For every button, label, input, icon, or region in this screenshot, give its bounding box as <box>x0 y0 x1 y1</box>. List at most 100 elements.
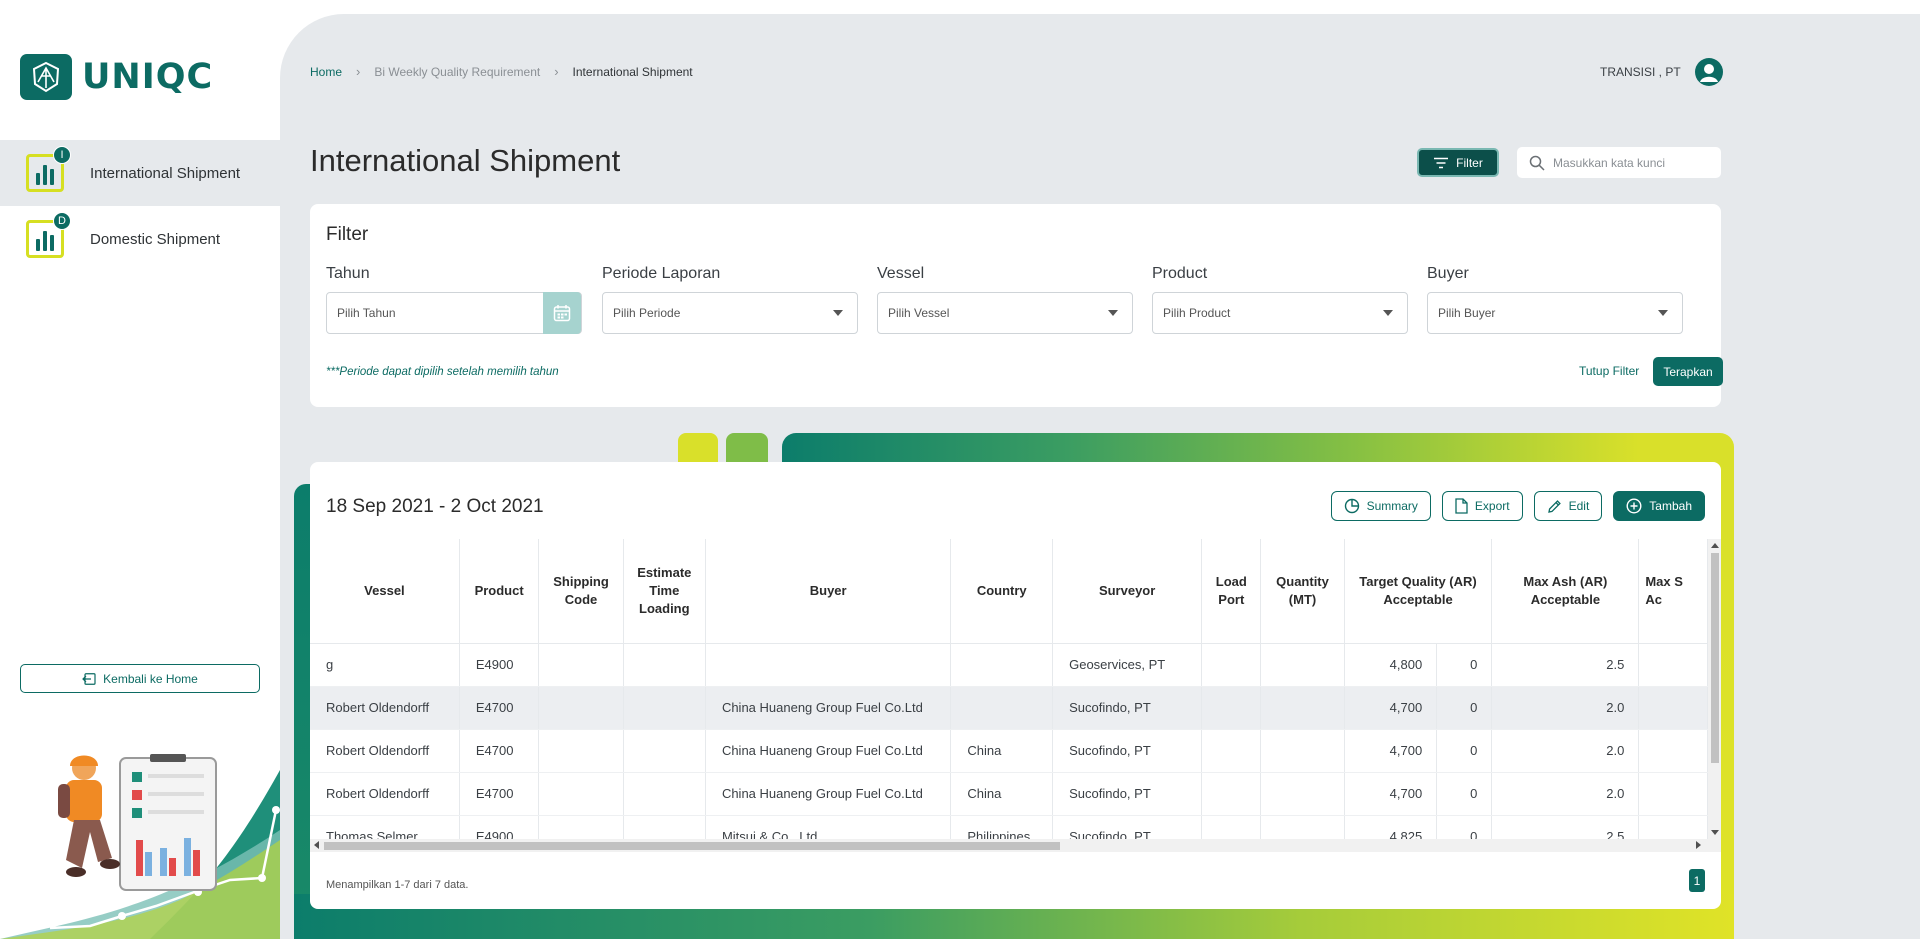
buyer-select[interactable]: Pilih Buyer <box>1427 292 1683 334</box>
main-panel: Home › Bi Weekly Quality Requirement › I… <box>280 14 1920 939</box>
logo-text: UNIQC <box>82 57 214 97</box>
table-cell: 4,700 <box>1344 686 1438 730</box>
close-filter-button[interactable]: Tutup Filter <box>1579 364 1639 378</box>
column-header[interactable]: Estimate Time Loading <box>623 539 706 644</box>
sidebar-item-domestic-shipment[interactable]: D Domestic Shipment <box>0 206 280 272</box>
table-cell <box>623 643 706 687</box>
filter-toggle-button[interactable]: Filter <box>1417 148 1499 177</box>
pagination-page-1[interactable]: 1 <box>1689 869 1705 892</box>
edit-label: Edit <box>1568 499 1590 513</box>
user-menu[interactable]: TRANSISI , PT <box>1600 58 1723 86</box>
scroll-right-icon[interactable] <box>1696 841 1701 849</box>
product-select[interactable]: Pilih Product <box>1152 292 1408 334</box>
field-product: Product Pilih Product <box>1152 265 1408 334</box>
table-cell <box>1260 815 1345 839</box>
user-avatar-icon[interactable] <box>1694 58 1723 86</box>
table-cell: China Huaneng Group Fuel Co.Ltd <box>705 729 952 773</box>
vessel-select[interactable]: Pilih Vessel <box>877 292 1133 334</box>
apply-filter-button[interactable]: Terapkan <box>1653 357 1723 386</box>
field-tahun: Tahun Pilih Tahun <box>326 265 582 334</box>
field-buyer: Buyer Pilih Buyer <box>1427 265 1683 334</box>
add-button[interactable]: Tambah <box>1613 491 1705 521</box>
calendar-icon[interactable] <box>543 292 581 334</box>
periode-select[interactable]: Pilih Periode <box>602 292 858 334</box>
logo-mark-icon <box>20 54 72 100</box>
filter-button-label: Filter <box>1456 155 1483 170</box>
table-cell: E4700 <box>459 686 540 730</box>
scroll-left-icon[interactable] <box>314 841 319 849</box>
column-header[interactable]: Buyer <box>705 539 952 644</box>
table-row[interactable]: Thomas Selmer E4900 Mitsui & Co., Ltd Phili… <box>310 815 1708 839</box>
caret-down-icon <box>1658 310 1668 316</box>
table-cell <box>1201 686 1262 730</box>
table-cell <box>950 686 1054 730</box>
table-scroll-area[interactable]: Vessel Product Shipping Code Estimate Ti… <box>310 539 1708 839</box>
column-header[interactable]: Product <box>459 539 540 644</box>
year-picker[interactable]: Pilih Tahun <box>326 292 582 334</box>
magnifier-icon <box>1529 155 1545 171</box>
table-cell: Sucofindo, PT <box>1052 729 1203 773</box>
table-cell: E4700 <box>459 772 540 816</box>
filter-panel: Filter Tahun Pilih Tahun Periode Laporan… <box>310 204 1723 407</box>
table-cell <box>1260 772 1345 816</box>
table-cell <box>623 815 706 839</box>
table-cell: China <box>950 772 1054 816</box>
breadcrumb-home-link[interactable]: Home <box>310 65 342 79</box>
scroll-thumb[interactable] <box>1711 553 1719 763</box>
table-cell: g <box>310 643 460 687</box>
breadcrumb-bi-weekly-link[interactable]: Bi Weekly Quality Requirement <box>374 65 540 79</box>
nav-badge: I <box>53 146 71 164</box>
table-cell <box>1638 729 1708 773</box>
table-cell <box>1260 643 1345 687</box>
table-row[interactable]: Robert Oldendorff E4700 China Huaneng Grou… <box>310 686 1708 730</box>
column-header[interactable]: Shipping Code <box>538 539 624 644</box>
table-cell: Robert Oldendorff <box>310 772 460 816</box>
horizontal-scrollbar[interactable] <box>310 839 1721 852</box>
chevron-right-icon: › <box>356 64 361 79</box>
search-box <box>1517 147 1721 178</box>
column-header[interactable]: Max Ash (AR) Acceptable <box>1491 539 1640 644</box>
export-button[interactable]: Export <box>1441 491 1523 521</box>
field-label: Vessel <box>877 265 925 282</box>
column-header[interactable]: Surveyor <box>1052 539 1203 644</box>
table-cell <box>623 729 706 773</box>
vertical-scrollbar[interactable] <box>1708 539 1721 839</box>
table-cell: E4700 <box>459 729 540 773</box>
field-periode: Periode Laporan Pilih Periode <box>602 265 858 334</box>
table-cell: Mitsui & Co., Ltd <box>705 815 952 839</box>
table-cell <box>1201 729 1262 773</box>
table-cell <box>1201 643 1262 687</box>
table-cell <box>1201 772 1262 816</box>
table-row[interactable]: g E4900 Geoservices, PT 4,800 0 2.5 <box>310 643 1708 687</box>
table-cell: Sucofindo, PT <box>1052 815 1203 839</box>
sidebar-item-international-shipment[interactable]: I International Shipment <box>0 140 280 206</box>
table-cell: China Huaneng Group Fuel Co.Ltd <box>705 772 952 816</box>
decor-square <box>678 433 718 463</box>
column-header[interactable]: Country <box>950 539 1054 644</box>
column-header[interactable]: Max S Ac <box>1638 539 1708 644</box>
table-cell: 0 <box>1436 815 1493 839</box>
scroll-thumb[interactable] <box>324 842 1060 850</box>
search-input[interactable] <box>1553 155 1713 170</box>
column-header[interactable]: Vessel <box>310 539 460 644</box>
column-header[interactable]: Target Quality (AR) Acceptable <box>1344 539 1493 644</box>
edit-button[interactable]: Edit <box>1533 491 1603 521</box>
back-home-button[interactable]: Kembali ke Home <box>20 664 260 693</box>
column-header[interactable]: Quantity (MT) <box>1260 539 1345 644</box>
column-header[interactable]: Load Port <box>1201 539 1262 644</box>
table-cell: 4,800 <box>1344 643 1438 687</box>
scroll-up-icon[interactable] <box>1711 543 1719 548</box>
sidebar-nav: I International Shipment D Domestic Ship… <box>0 140 280 272</box>
table-row[interactable]: Robert Oldendorff E4700 China Huaneng Grou… <box>310 772 1708 816</box>
periode-placeholder: Pilih Periode <box>613 306 681 320</box>
user-name: TRANSISI , PT <box>1600 65 1681 79</box>
breadcrumb-current: International Shipment <box>572 64 693 79</box>
table-cell <box>950 643 1054 687</box>
summary-button[interactable]: Summary <box>1330 491 1431 521</box>
table-actions: Summary Export Edit Tambah <box>1330 491 1705 521</box>
table-cell: 4,700 <box>1344 729 1438 773</box>
table-row[interactable]: Robert Oldendorff E4700 China Huaneng Grou… <box>310 729 1708 773</box>
table-cell: 2.0 <box>1491 772 1640 816</box>
arrow-left-box-icon <box>82 672 96 685</box>
scroll-down-icon[interactable] <box>1711 830 1719 835</box>
